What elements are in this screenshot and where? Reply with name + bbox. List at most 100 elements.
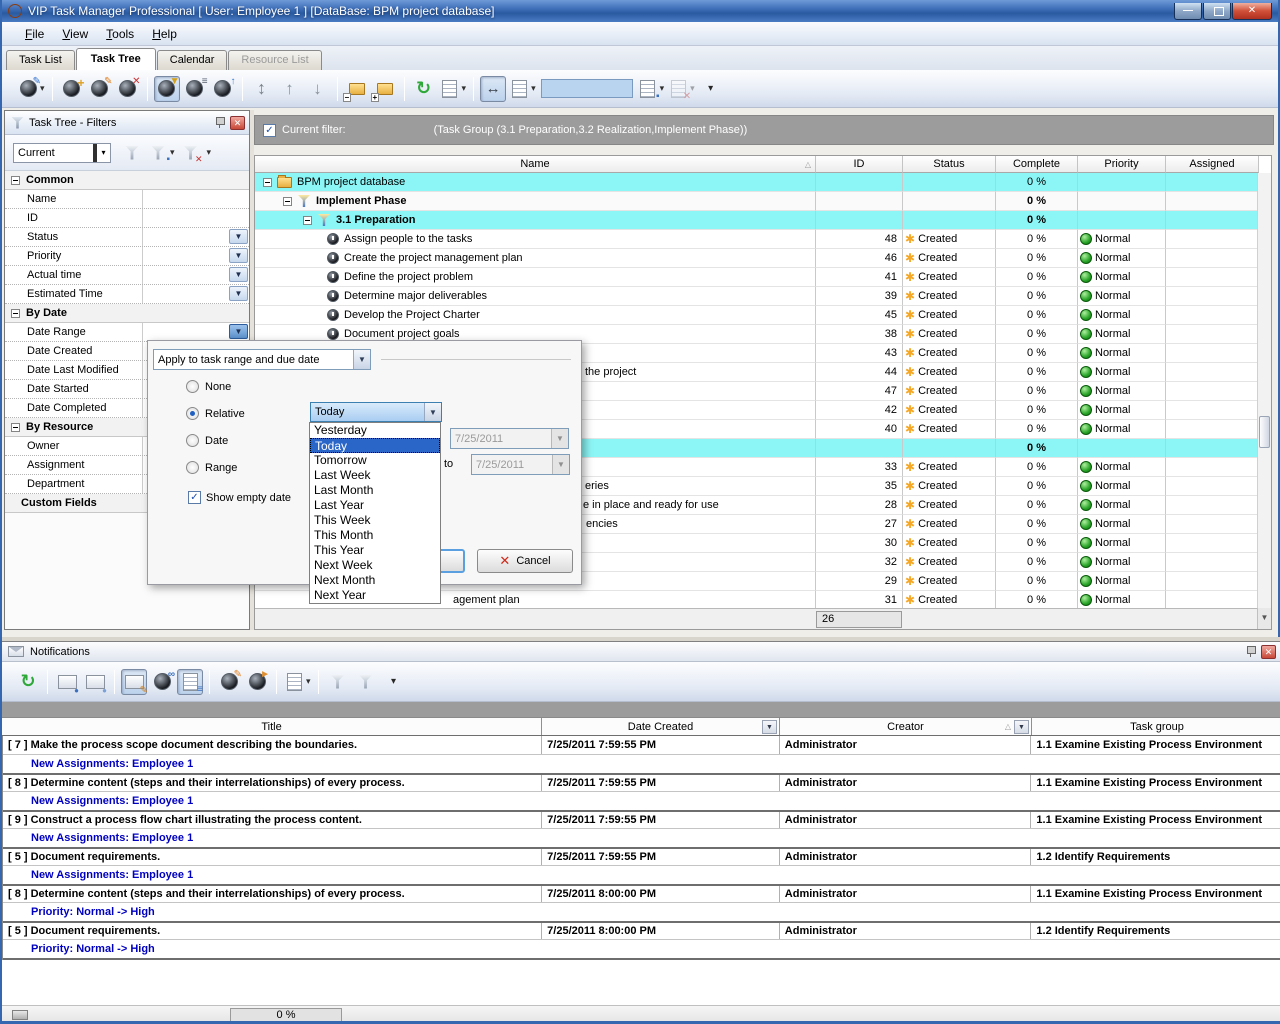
filter-item-id[interactable]: ID	[5, 209, 249, 228]
pin-icon[interactable]	[1245, 645, 1257, 658]
notification-row[interactable]: [ 5 ] Document requirements.7/25/2011 7:…	[3, 847, 1280, 865]
task-row[interactable]: Create the project management plan46Crea…	[255, 249, 1271, 268]
notification-detail[interactable]: New Assignments: Employee 1	[3, 791, 1280, 810]
column-header-date-created[interactable]: Date Created	[542, 718, 780, 735]
filter-item-name[interactable]: Name	[5, 190, 249, 209]
notification-row[interactable]: [ 7 ] Make the process scope document de…	[3, 736, 1280, 754]
task-row[interactable]: 3.1 Preparation0 %	[255, 211, 1271, 230]
notification-row[interactable]: [ 9 ] Construct a process flow chart ill…	[3, 810, 1280, 828]
collapse-icon[interactable]	[283, 197, 292, 206]
dropdown-button[interactable]	[229, 248, 248, 263]
task-row[interactable]: Define the project problem41Created0 %No…	[255, 268, 1271, 287]
add-task-button[interactable]	[59, 76, 85, 102]
column-header-id[interactable]: ID	[816, 156, 903, 173]
view-combo[interactable]	[541, 79, 633, 98]
task-row[interactable]: Determine major deliverables39Created0 %…	[255, 287, 1271, 306]
radio-range[interactable]	[186, 461, 199, 474]
notification-row[interactable]: [ 5 ] Document requirements.7/25/2011 8:…	[3, 921, 1280, 939]
filter-item-value[interactable]	[143, 266, 249, 284]
filter-item-estimated-time[interactable]: Estimated Time	[5, 285, 249, 304]
clear-filter-button[interactable]	[178, 140, 204, 166]
dropdown-button[interactable]	[229, 229, 248, 244]
show-empty-date-checkbox[interactable]	[188, 491, 201, 504]
filter-item-value[interactable]	[143, 323, 249, 341]
move-task-button[interactable]	[249, 76, 275, 102]
dropdown-button[interactable]	[229, 286, 248, 301]
refresh-button[interactable]	[15, 669, 41, 695]
apply-filter-button[interactable]	[325, 669, 351, 695]
column-header-title[interactable]: Title	[2, 718, 542, 735]
collapse-all-button[interactable]	[344, 76, 370, 102]
chevron-down-icon[interactable]	[97, 148, 110, 157]
collapse-icon[interactable]	[303, 216, 312, 225]
filter-item-value[interactable]	[143, 190, 249, 208]
dropdown-option-this-year[interactable]: This Year	[310, 543, 440, 558]
dropdown-option-this-month[interactable]: This Month	[310, 528, 440, 543]
move-up-button[interactable]	[277, 76, 303, 102]
dropdown-button[interactable]	[229, 324, 248, 339]
scroll-down-button[interactable]	[1257, 608, 1271, 629]
tab-calendar[interactable]: Calendar	[157, 50, 228, 70]
filter-group-common[interactable]: Common	[5, 171, 249, 190]
toolbar-overflow-icon[interactable]	[207, 147, 212, 158]
move-down-button[interactable]	[305, 76, 331, 102]
column-header-priority[interactable]: Priority	[1078, 156, 1166, 173]
refresh-button[interactable]	[411, 76, 437, 102]
chevron-down-icon[interactable]	[353, 350, 370, 369]
edit-task-button[interactable]	[216, 669, 242, 695]
filter-item-value[interactable]	[143, 228, 249, 246]
edit-task-button[interactable]	[87, 76, 113, 102]
relative-combo[interactable]: Today	[310, 402, 442, 422]
expand-all-button[interactable]	[372, 76, 398, 102]
dropdown-option-this-week[interactable]: This Week	[310, 513, 440, 528]
close-panel-button[interactable]	[1261, 645, 1276, 659]
mark-read-button[interactable]	[54, 669, 80, 695]
show-linked-button[interactable]	[149, 669, 175, 695]
delete-task-button[interactable]	[115, 76, 141, 102]
task-row[interactable]: BPM project database0 %	[255, 173, 1271, 192]
dropdown-option-tomorrow[interactable]: Tomorrow	[310, 453, 440, 468]
notification-detail[interactable]: New Assignments: Employee 1	[3, 865, 1280, 884]
task-row[interactable]: Assign people to the tasks48Created0 %No…	[255, 230, 1271, 249]
dropdown-option-next-month[interactable]: Next Month	[310, 573, 440, 588]
mark-unread-button[interactable]	[82, 669, 108, 695]
filter-item-actual-time[interactable]: Actual time	[5, 266, 249, 285]
notification-detail[interactable]: New Assignments: Employee 1	[3, 828, 1280, 847]
filter-item-status[interactable]: Status	[5, 228, 249, 247]
column-header-assigned[interactable]: Assigned	[1166, 156, 1259, 173]
filter-tasks-button[interactable]	[154, 76, 180, 102]
grid-views-button[interactable]	[508, 76, 537, 102]
collapse-icon[interactable]	[11, 176, 20, 185]
notification-detail[interactable]: Priority: Normal -> High	[3, 939, 1280, 958]
menu-view[interactable]: View	[53, 25, 97, 43]
filter-dropdown-icon[interactable]	[762, 720, 777, 734]
filter-preset-combo[interactable]: Current	[13, 143, 111, 163]
layout-button[interactable]	[283, 669, 312, 695]
filter-item-value[interactable]	[143, 285, 249, 303]
radio-none[interactable]	[186, 380, 199, 393]
scrollbar-thumb[interactable]	[1259, 416, 1270, 448]
filter-item-value[interactable]	[143, 209, 249, 227]
dropdown-option-last-year[interactable]: Last Year	[310, 498, 440, 513]
current-filter-checkbox[interactable]	[263, 124, 276, 137]
dropdown-option-yesterday[interactable]: Yesterday	[310, 423, 440, 438]
pin-icon[interactable]	[214, 116, 226, 129]
dropdown-option-today[interactable]: Today	[310, 438, 440, 453]
dropdown-option-next-year[interactable]: Next Year	[310, 588, 440, 603]
close-panel-button[interactable]	[230, 116, 245, 130]
new-task-button[interactable]	[17, 76, 46, 102]
task-row[interactable]: Develop the Project Charter45Created0 %N…	[255, 306, 1271, 325]
complete-task-button[interactable]	[210, 76, 236, 102]
more-buttons[interactable]	[381, 669, 407, 695]
edit-filter-button[interactable]	[353, 669, 379, 695]
radio-relative[interactable]	[186, 407, 199, 420]
radio-date[interactable]	[186, 434, 199, 447]
chevron-down-icon[interactable]	[424, 403, 441, 421]
close-button[interactable]	[1232, 3, 1272, 20]
filter-item-value[interactable]	[143, 247, 249, 265]
filter-item-priority[interactable]: Priority	[5, 247, 249, 266]
column-header-complete[interactable]: Complete	[996, 156, 1078, 173]
cancel-button[interactable]: Cancel	[477, 549, 573, 573]
menu-tools[interactable]: Tools	[97, 25, 143, 43]
notification-detail[interactable]: Priority: Normal -> High	[3, 902, 1280, 921]
